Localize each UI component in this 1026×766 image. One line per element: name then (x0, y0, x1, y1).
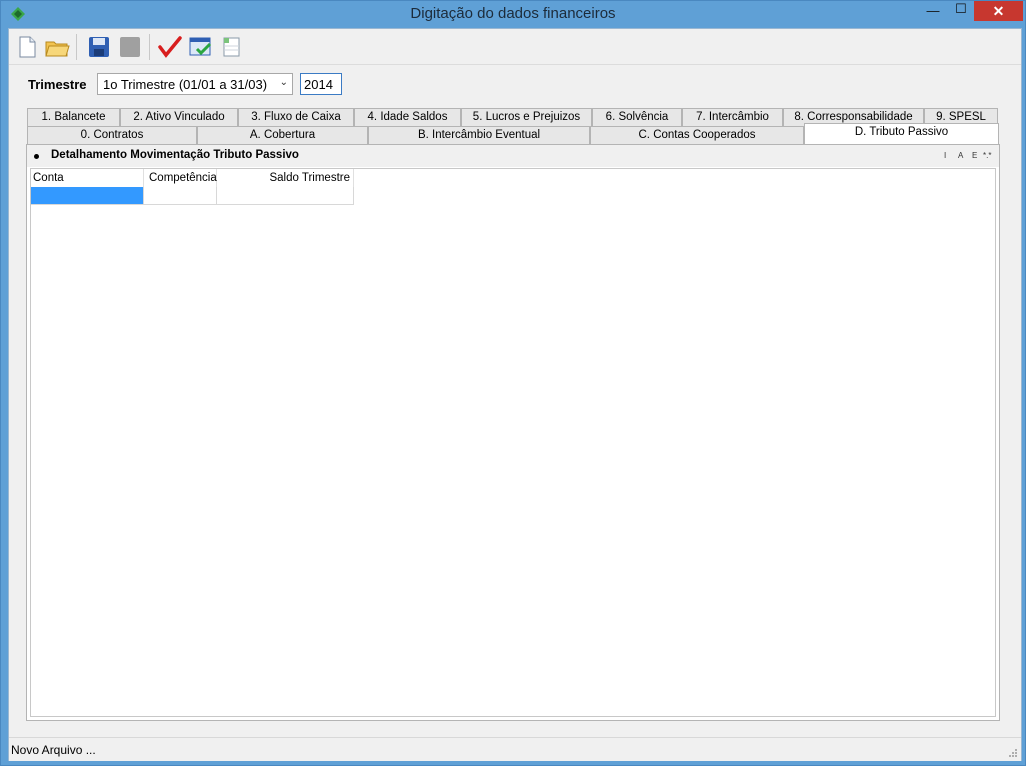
tab-ativo-vinculado[interactable]: 2. Ativo Vinculado (120, 108, 238, 126)
sheet-icon[interactable] (219, 34, 245, 60)
panel-header: Detalhamento Movimentação Tributo Passiv… (27, 145, 999, 167)
cell-competencia[interactable] (144, 187, 217, 205)
tab-panel: Detalhamento Movimentação Tributo Passiv… (26, 144, 1000, 721)
selected-cell-conta[interactable] (31, 187, 144, 205)
tab-fluxo-de-caixa[interactable]: 3. Fluxo de Caixa (238, 108, 354, 126)
open-folder-icon[interactable] (44, 34, 70, 60)
quarter-label: Trimestre (28, 77, 87, 92)
tab-lucros-prejuizos[interactable]: 5. Lucros e Prejuizos (461, 108, 592, 126)
tab-solvencia[interactable]: 6. Solvência (592, 108, 682, 126)
tab-intercambio[interactable]: 7. Intercâmbio (682, 108, 783, 126)
column-header-saldo-trimestre[interactable]: Saldo Trimestre (217, 169, 354, 187)
main-window: Digitação do dados financeiros — ☐ ✕ Tri… (0, 0, 1026, 766)
new-file-icon[interactable] (14, 34, 40, 60)
status-text: Novo Arquivo ... (11, 743, 96, 757)
tab-contas-cooperados[interactable]: C. Contas Cooperados (590, 126, 804, 144)
chevron-down-icon: ⌄ (279, 77, 288, 88)
cell-saldo-trimestre[interactable] (217, 187, 354, 205)
checkmark-icon[interactable] (157, 34, 183, 60)
tab-tributo-passivo[interactable]: D. Tributo Passivo (804, 123, 999, 144)
delete-button[interactable]: E (972, 151, 977, 160)
status-bar: Novo Arquivo ... (9, 737, 1021, 761)
window-title: Digitação do dados financeiros (410, 5, 616, 22)
data-grid[interactable]: Conta Competência Saldo Trimestre (30, 168, 996, 717)
column-header-conta[interactable]: Conta (31, 169, 144, 187)
window-check-icon[interactable] (188, 34, 214, 60)
alter-button[interactable]: A (958, 151, 963, 160)
title-bar: Digitação do dados financeiros — ☐ ✕ (1, 1, 1025, 27)
save-icon[interactable] (86, 34, 112, 60)
quarter-value: 1o Trimestre (01/01 a 31/03) (103, 77, 268, 92)
panel-title: Detalhamento Movimentação Tributo Passiv… (51, 149, 299, 161)
insert-button[interactable]: I (944, 151, 946, 160)
toolbar-separator (76, 34, 77, 60)
tab-cobertura[interactable]: A. Cobertura (197, 126, 368, 144)
tab-balancete[interactable]: 1. Balancete (27, 108, 120, 126)
quarter-select[interactable]: 1o Trimestre (01/01 a 31/03) ⌄ (97, 73, 293, 95)
toolbar-separator (149, 34, 150, 60)
column-header-competencia[interactable]: Competência (144, 169, 217, 187)
year-input[interactable]: 2014 (300, 73, 342, 95)
year-value: 2014 (304, 77, 333, 92)
tab-contratos[interactable]: 0. Contratos (27, 126, 197, 144)
resize-grip-icon[interactable] (1008, 748, 1018, 758)
all-button[interactable]: *.* (983, 151, 991, 160)
bullet-icon (34, 154, 39, 159)
client-area: Trimestre 1o Trimestre (01/01 a 31/03) ⌄… (8, 28, 1022, 761)
toolbar (9, 29, 1021, 65)
tab-intercambio-eventual[interactable]: B. Intercâmbio Eventual (368, 126, 590, 144)
minimize-button[interactable]: — (919, 3, 947, 23)
maximize-button[interactable]: ☐ (947, 1, 975, 21)
tab-idade-saldos[interactable]: 4. Idade Saldos (354, 108, 461, 126)
disabled-icon (117, 34, 143, 60)
close-button[interactable]: ✕ (974, 1, 1023, 21)
